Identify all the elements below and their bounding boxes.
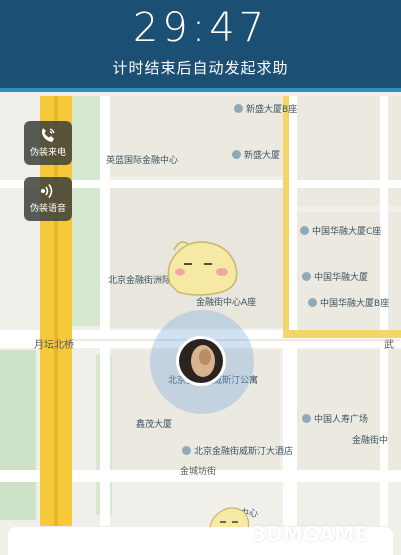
user-location-avatar[interactable]: [176, 336, 226, 386]
poi-label[interactable]: 中国华融大厦B座: [308, 298, 389, 310]
poi-icon: [182, 446, 191, 455]
countdown-header: 29:47 计时结束后自动发起求助: [0, 0, 401, 92]
avatar-image: [179, 339, 223, 383]
fake-call-label: 伪装来电: [29, 148, 66, 158]
poi-icon: [308, 298, 317, 307]
poi-icon: [232, 150, 241, 159]
poi-label[interactable]: 金融街中心A座: [196, 298, 256, 309]
fake-voice-button[interactable]: 伪装语音: [24, 177, 72, 221]
voice-icon: [41, 184, 53, 198]
poi-icon: [302, 414, 311, 423]
watermark: 3DMGAME: [252, 522, 368, 546]
road-label-east: 武: [384, 340, 394, 351]
mascot-sticker: [167, 241, 238, 296]
road-label-bridge: 月坛北桥: [34, 340, 74, 351]
poi-label[interactable]: 新盛大厦: [232, 150, 280, 162]
countdown-timer: 29:47: [132, 5, 269, 51]
fake-call-button[interactable]: 伪装来电: [24, 121, 72, 165]
poi-label[interactable]: 中国华融大厦C座: [300, 226, 381, 238]
fake-voice-label: 伪装语音: [29, 204, 66, 214]
header-subtitle: 计时结束后自动发起求助: [112, 59, 289, 77]
poi-icon: [234, 104, 243, 113]
poi-icon: [300, 226, 309, 235]
poi-label[interactable]: 北京金融街威斯汀大酒店: [182, 446, 293, 458]
phone-ring-icon: [42, 128, 55, 142]
poi-label[interactable]: 英蓝国际金融中心: [106, 156, 178, 167]
poi-label[interactable]: 鑫茂大厦: [136, 420, 172, 431]
poi-label[interactable]: 中国人寿广场: [302, 414, 368, 426]
road-label: 金城坊街: [180, 467, 217, 477]
poi-icon: [302, 272, 311, 281]
poi-label[interactable]: 金融街中: [352, 436, 388, 447]
poi-label[interactable]: 中国华融大厦: [302, 272, 368, 284]
poi-label[interactable]: 新盛大厦B座: [234, 104, 297, 116]
